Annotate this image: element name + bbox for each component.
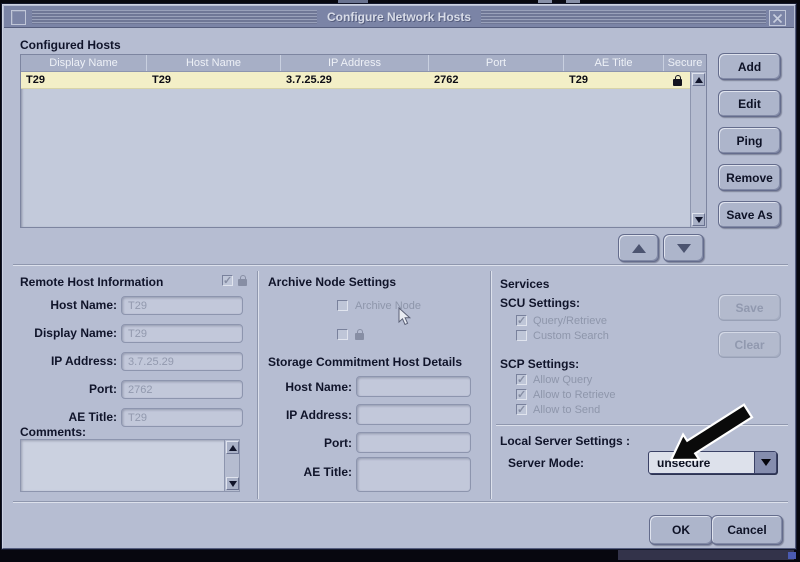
lock-icon: [673, 75, 683, 86]
sc-port-field[interactable]: [356, 432, 471, 453]
archive-lock-checkbox[interactable]: [337, 329, 348, 340]
taskbar-fragment: [788, 552, 796, 559]
titlebar-grip: [32, 10, 327, 24]
sc-host-name-label: Host Name:: [243, 380, 352, 394]
divider: [13, 501, 788, 503]
edit-button[interactable]: Edit: [718, 90, 781, 117]
storage-commitment-title: Storage Commitment Host Details: [268, 355, 462, 369]
scroll-up-button[interactable]: [692, 73, 705, 86]
configure-network-hosts-dialog: Configure Network Hosts Configured Hosts…: [2, 4, 796, 549]
allow-send-label: Allow to Send: [533, 404, 600, 416]
divider: [490, 271, 492, 499]
column-header[interactable]: Display Name: [21, 55, 147, 71]
allow-retrieve-label: Allow to Retrieve: [533, 389, 616, 401]
allow-query-label: Allow Query: [533, 374, 592, 386]
comments-label: Comments:: [20, 425, 86, 439]
allow-query-checkbox[interactable]: [516, 374, 527, 385]
close-icon: [772, 13, 783, 24]
column-header[interactable]: Host Name: [147, 55, 281, 71]
titlebar[interactable]: Configure Network Hosts: [4, 6, 794, 28]
table-row-selected[interactable]: T29 T29 3.7.25.29 2762 T29: [21, 72, 692, 89]
cell-display-name: T29: [21, 72, 147, 88]
column-header[interactable]: AE Title: [564, 55, 664, 71]
port-label: Port:: [3, 382, 117, 396]
divider: [13, 264, 788, 266]
column-header[interactable]: Port: [429, 55, 564, 71]
ping-button[interactable]: Ping: [718, 127, 781, 154]
cell-secure: [664, 72, 692, 88]
custom-search-checkbox[interactable]: [516, 330, 527, 341]
chevron-down-icon: [761, 459, 771, 466]
cell-host-name: T29: [147, 72, 281, 88]
save-as-button[interactable]: Save As: [718, 201, 781, 228]
move-up-button[interactable]: [618, 234, 659, 262]
arrow-down-icon: [677, 244, 691, 253]
column-header[interactable]: IP Address: [281, 55, 429, 71]
comments-textarea[interactable]: [20, 439, 240, 492]
scroll-down-button[interactable]: [692, 213, 705, 226]
annotation-arrow: [648, 403, 760, 467]
configured-hosts-table: Display Name Host Name IP Address Port A…: [20, 54, 707, 228]
scroll-up-button[interactable]: [226, 441, 239, 454]
local-server-title: Local Server Settings :: [500, 434, 630, 448]
configured-hosts-title: Configured Hosts: [20, 38, 121, 52]
lock-icon: [238, 275, 248, 286]
display-name-label: Display Name:: [3, 326, 117, 340]
titlebar-grip: [474, 10, 766, 24]
archive-node-checkbox[interactable]: [337, 300, 348, 311]
display-name-field[interactable]: T29: [121, 324, 243, 343]
window-menu-icon[interactable]: [11, 10, 26, 25]
sc-ae-title-label: AE Title:: [243, 465, 352, 479]
arrow-up-icon: [632, 244, 646, 253]
scu-settings-title: SCU Settings:: [500, 296, 580, 310]
move-down-button[interactable]: [663, 234, 704, 262]
scroll-down-button[interactable]: [226, 477, 239, 490]
sc-port-label: Port:: [243, 436, 352, 450]
ip-address-label: IP Address:: [3, 354, 117, 368]
custom-search-label: Custom Search: [533, 330, 609, 342]
close-button[interactable]: [769, 10, 786, 26]
comments-scrollbar[interactable]: [224, 440, 239, 491]
services-title: Services: [500, 277, 549, 291]
table-header: Display Name Host Name IP Address Port A…: [21, 55, 706, 72]
host-name-field[interactable]: T29: [121, 296, 243, 315]
remote-host-lock-checkbox[interactable]: [222, 275, 233, 286]
table-scrollbar[interactable]: [690, 72, 706, 227]
ip-address-field[interactable]: 3.7.25.29: [121, 352, 243, 371]
cell-port: 2762: [429, 72, 564, 88]
sc-ip-address-label: IP Address:: [243, 408, 352, 422]
triangle-down-icon: [695, 217, 703, 223]
allow-send-checkbox[interactable]: [516, 404, 527, 415]
ae-title-field[interactable]: T29: [121, 408, 243, 427]
triangle-up-icon: [229, 445, 237, 451]
add-button[interactable]: Add: [718, 53, 781, 80]
triangle-down-icon: [229, 481, 237, 487]
remove-button[interactable]: Remove: [718, 164, 781, 191]
ae-title-label: AE Title:: [3, 410, 117, 424]
sc-host-name-field[interactable]: [356, 376, 471, 397]
sc-ae-title-field[interactable]: [356, 457, 471, 492]
archive-node-title: Archive Node Settings: [268, 275, 396, 289]
clear-button[interactable]: Clear: [718, 331, 781, 358]
cell-ip-address: 3.7.25.29: [281, 72, 429, 88]
sc-ip-address-field[interactable]: [356, 404, 471, 425]
lock-icon: [355, 329, 365, 340]
server-mode-label: Server Mode:: [508, 456, 584, 470]
query-retrieve-label: Query/Retrieve: [533, 315, 607, 327]
column-header[interactable]: Secure: [664, 55, 706, 71]
query-retrieve-checkbox[interactable]: [516, 315, 527, 326]
cancel-button[interactable]: Cancel: [711, 515, 783, 545]
port-field[interactable]: 2762: [121, 380, 243, 399]
scp-settings-title: SCP Settings:: [500, 357, 579, 371]
triangle-up-icon: [695, 77, 703, 83]
allow-retrieve-checkbox[interactable]: [516, 389, 527, 400]
ok-button[interactable]: OK: [649, 515, 713, 545]
taskbar-fragment: [618, 549, 794, 560]
host-name-label: Host Name:: [3, 298, 117, 312]
save-button[interactable]: Save: [718, 294, 781, 321]
mouse-cursor: [398, 307, 412, 327]
remote-host-title: Remote Host Information: [20, 275, 163, 289]
window-title: Configure Network Hosts: [317, 10, 481, 24]
cell-ae-title: T29: [564, 72, 664, 88]
